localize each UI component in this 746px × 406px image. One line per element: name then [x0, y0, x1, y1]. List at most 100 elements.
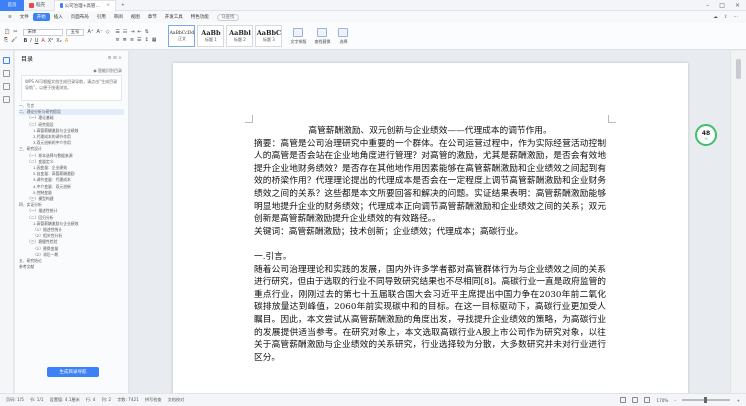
justify-icon[interactable]: ☰ [137, 37, 141, 43]
menu-developer[interactable]: 开发工具 [161, 13, 187, 21]
underline-icon[interactable]: U [35, 38, 39, 44]
zoom-out-icon[interactable]: – [674, 398, 676, 403]
document-body[interactable]: 高管薪酬激励、双元创新与企业绩效——代理成本的调节作用。 摘要：高管是公司治理研… [254, 125, 606, 364]
margin-corner [608, 115, 616, 123]
copy-icon[interactable]: ⎘ [4, 37, 8, 43]
superscript-icon[interactable]: X² [48, 38, 53, 44]
cut-icon[interactable]: ✂ [13, 29, 17, 35]
new-tab-button[interactable]: + [116, 0, 130, 11]
spellcheck-toggle[interactable]: 拼写检查 [145, 397, 162, 403]
search-panel-icon[interactable] [3, 96, 10, 103]
align-right-icon[interactable]: ≡ [130, 37, 134, 43]
wps-writer-window: 首页 稻壳 公司治理+高管激励…2019BD10(1)× + – □ × ≡ 文… [0, 0, 746, 406]
align-center-icon[interactable]: ≣ [123, 37, 127, 43]
style-heading2[interactable]: AaBbl 标题 2 [226, 25, 254, 47]
thumbnail-panel-icon[interactable] [3, 83, 10, 90]
smart-detect-toggle[interactable]: ◉ 智能识别目录 [93, 68, 122, 74]
highlight-icon[interactable]: A [65, 38, 68, 44]
status-section: 节: 1/1 [29, 397, 44, 402]
menu-page-layout[interactable]: 页面布局 [67, 13, 93, 21]
web-layout-icon[interactable] [644, 397, 651, 403]
left-sidebar-icons [0, 51, 14, 393]
select-button[interactable]: 选择 [338, 27, 349, 45]
reading-progress-badge[interactable]: 48% [695, 124, 717, 146]
text-format-button[interactable]: 文字排版 [290, 27, 306, 45]
style-heading3-label: 标题 3 [263, 37, 275, 42]
outdent-icon[interactable]: ⇤ [138, 29, 142, 35]
bullet-list-icon[interactable]: ☰ [115, 29, 119, 35]
proofread-toggle[interactable]: 文档校对 [168, 397, 185, 403]
tab-docer-label: 稻壳 [36, 3, 45, 8]
zoom-level[interactable]: 170% [656, 398, 668, 403]
numbered-list-icon[interactable]: ☷ [123, 29, 127, 35]
bookmark-panel-icon[interactable] [3, 70, 10, 77]
toc-panel-controls[interactable]: ⚙ ⊟ × [108, 56, 122, 61]
select-label: 选择 [339, 38, 348, 44]
italic-icon[interactable]: I [30, 38, 31, 44]
close-tab-icon[interactable]: × [106, 3, 110, 8]
menu-view[interactable]: 视图 [127, 13, 144, 21]
menu-hamburger-icon[interactable]: ≡ [4, 14, 16, 21]
menu-file[interactable]: 文件 [16, 13, 33, 21]
zoom-in-icon[interactable]: + [736, 398, 740, 403]
menu-references[interactable]: 引用 [93, 13, 110, 21]
menu-chapter[interactable]: 章节 [144, 13, 161, 21]
tab-document[interactable]: 公司治理+高管激励…2019BD10(1)× [54, 0, 116, 11]
minimize-icon[interactable]: – [706, 2, 709, 9]
generate-toc-button[interactable]: 生成目录导航 [47, 367, 99, 377]
clear-format-icon[interactable]: ◇ [106, 29, 110, 35]
scrollbar-thumb[interactable] [736, 59, 741, 79]
style-heading1[interactable]: AaBb 标题 1 [197, 25, 225, 47]
tab-document-label: 公司治理+高管激励…2019BD10(1) [64, 3, 105, 9]
menu-insert[interactable]: 插入 [50, 13, 67, 21]
line-spacing-icon[interactable]: ↕ [145, 37, 149, 43]
maximize-icon[interactable]: □ [719, 2, 725, 9]
style-normal-label: 正文 [177, 35, 186, 41]
status-position: 设置值: 4.1厘米 [49, 397, 80, 402]
tab-home[interactable]: 首页 [0, 0, 24, 11]
tab-docer[interactable]: 稻壳 [24, 0, 54, 11]
share-icon[interactable]: ⇪ [724, 15, 728, 20]
read-mode-icon[interactable] [632, 397, 639, 403]
format-painter-icon[interactable]: 🖌 [11, 37, 17, 43]
status-right: 170% – + [620, 397, 746, 403]
keywords-paragraph: 关键词：高管薪酬激励；技术创新；企业绩效；代理成本；高碳行业。 [254, 226, 524, 237]
view-mode-icon[interactable] [620, 397, 627, 403]
shrink-font-icon[interactable]: A⁻ [97, 29, 103, 35]
toc-panel-icon[interactable] [3, 57, 10, 64]
search-box[interactable]: Q查找 [216, 13, 240, 21]
paragraph-group: ☰ ☷ ⇥ ⇤ ⇅ ≡ ≣ ≡ ☰ ↕ ▦ [115, 29, 156, 43]
document-page[interactable]: 高管薪酬激励、双元创新与企业绩效——代理成本的调节作用。 摘要：高管是公司治理研… [173, 63, 688, 393]
cloud-icon[interactable]: ☁ [713, 15, 718, 20]
borders-icon[interactable]: ▦ [152, 37, 157, 43]
menu-review[interactable]: 审阅 [110, 13, 127, 21]
zoom-slider-thumb[interactable] [704, 397, 708, 403]
subscript-icon[interactable]: X₂ [56, 38, 61, 44]
close-window-icon[interactable]: × [735, 2, 740, 9]
paste-icon[interactable]: 📋 [4, 29, 10, 35]
font-size-select[interactable]: 五号 [66, 28, 85, 36]
toc-list: 一、引言 二、理论分析与研究假设 （一）理论基础 （二）研究假设 1.高管薪酬激励与企业… [15, 101, 128, 272]
style-normal[interactable]: AaBbCcDd 正文 [168, 25, 196, 47]
indent-icon[interactable]: ⇥ [130, 29, 134, 35]
status-wordcount[interactable]: 字数: 7421 [117, 397, 139, 403]
grow-font-icon[interactable]: A⁺ [87, 29, 93, 35]
align-left-icon[interactable]: ≡ [115, 37, 119, 43]
font-name-select[interactable]: 宋体 [23, 28, 64, 36]
menu-features[interactable]: 特色功能 [187, 13, 213, 21]
sort-icon[interactable]: ⇅ [145, 29, 149, 35]
font-color-icon[interactable]: A [41, 38, 44, 44]
docer-icon [29, 2, 34, 8]
progress-value: 48 [701, 129, 711, 137]
style-heading3[interactable]: AaBbC 标题 3 [255, 25, 283, 47]
zoom-slider[interactable] [682, 397, 731, 403]
menu-bar: ≡ 文件 开始 插入 页面布局 引用 审阅 视图 章节 开发工具 特色功能 Q查… [0, 11, 746, 23]
vertical-scrollbar[interactable] [730, 51, 746, 393]
more-icon[interactable]: ⋯ [734, 15, 739, 20]
find-replace-button[interactable]: 查找替换 [314, 27, 330, 45]
menu-home[interactable]: 开始 [32, 13, 50, 21]
status-page[interactable]: 页码: 1/5 [6, 397, 24, 403]
bold-icon[interactable]: B [23, 38, 27, 44]
toc-item[interactable]: 参考文献 [19, 264, 124, 270]
